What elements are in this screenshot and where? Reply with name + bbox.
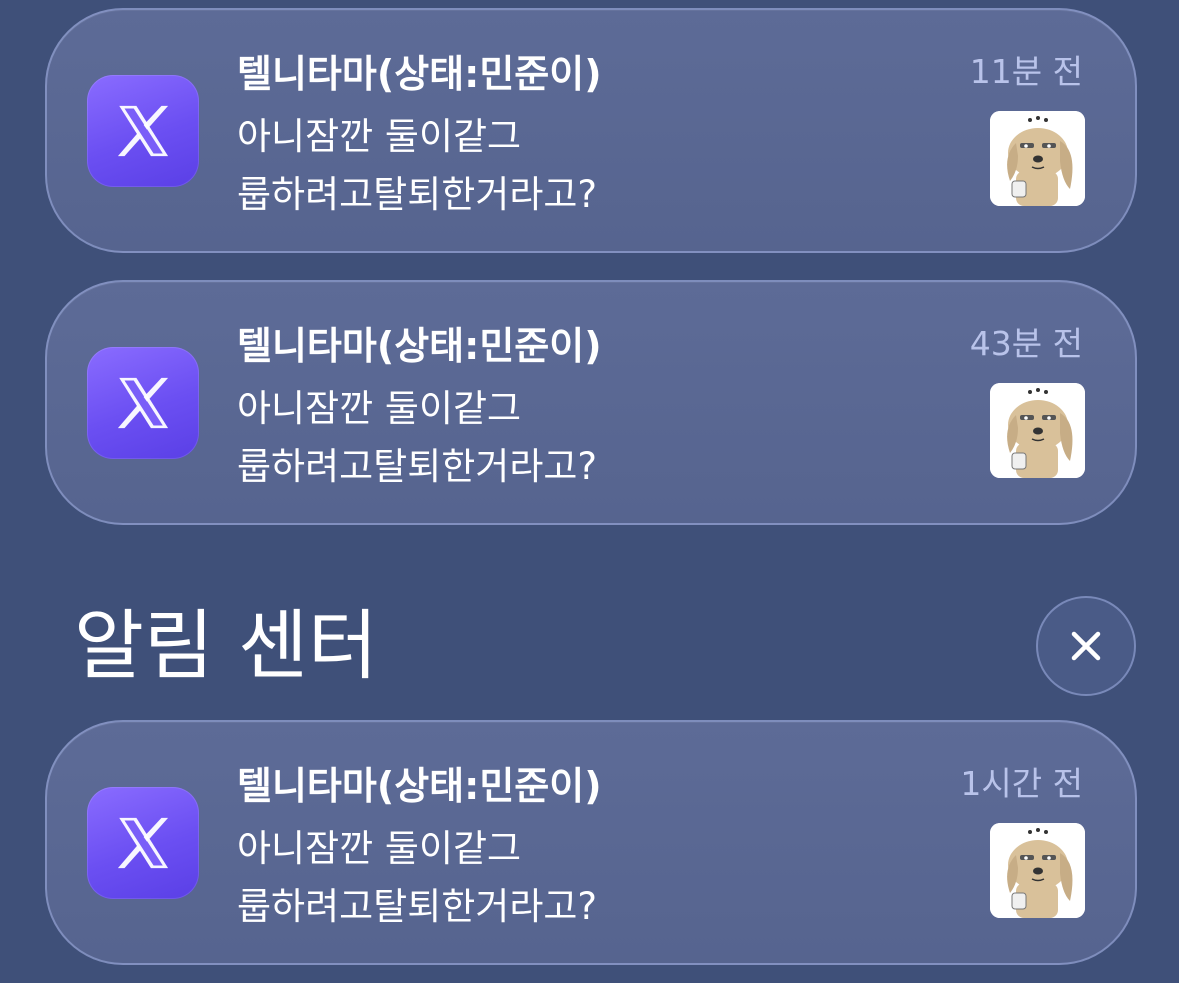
notification-body: 아니잠깐 둘이같그 룹하려고탈퇴한거라고? [237, 108, 597, 224]
notification-title: 텔니타마(상태:민준이) [237, 52, 602, 96]
clear-notifications-button[interactable] [1036, 596, 1136, 696]
x-app-icon [87, 787, 199, 899]
dog-sticker-thumbnail [990, 111, 1085, 206]
notification-card[interactable]: 텔니타마(상태:민준이) 아니잠깐 둘이같그 룹하려고탈퇴한거라고? 43분 전 [45, 280, 1137, 525]
notification-card[interactable]: 텔니타마(상태:민준이) 아니잠깐 둘이같그 룹하려고탈퇴한거라고? 11분 전 [45, 8, 1137, 253]
dog-sticker-thumbnail [990, 823, 1085, 918]
close-icon [1071, 631, 1101, 661]
x-logo-icon [117, 817, 169, 869]
notification-title: 텔니타마(상태:민준이) [237, 324, 602, 368]
notification-title: 텔니타마(상태:민준이) [237, 764, 602, 808]
notification-body-line: 아니잠깐 둘이같그 [237, 387, 522, 430]
x-logo-icon [117, 105, 169, 157]
dog-sticker-icon [990, 111, 1085, 206]
notification-body-line: 아니잠깐 둘이같그 [237, 115, 522, 158]
notification-body: 아니잠깐 둘이같그 룹하려고탈퇴한거라고? [237, 820, 597, 936]
dog-sticker-icon [990, 383, 1085, 478]
notification-time: 1시간 전 [960, 764, 1083, 803]
x-app-icon [87, 347, 199, 459]
dog-sticker-icon [990, 823, 1085, 918]
x-logo-icon [117, 377, 169, 429]
notification-body-line: 아니잠깐 둘이같그 [237, 827, 522, 870]
notification-time: 11분 전 [969, 52, 1083, 91]
dog-sticker-thumbnail [990, 383, 1085, 478]
notification-card[interactable]: 텔니타마(상태:민준이) 아니잠깐 둘이같그 룹하려고탈퇴한거라고? 1시간 전 [45, 720, 1137, 965]
notification-body-line: 룹하려고탈퇴한거라고? [237, 885, 598, 928]
x-app-icon [87, 75, 199, 187]
notification-time: 43분 전 [969, 324, 1083, 363]
notification-body-line: 룹하려고탈퇴한거라고? [237, 445, 598, 488]
notification-body: 아니잠깐 둘이같그 룹하려고탈퇴한거라고? [237, 380, 597, 496]
notification-center-title: 알림 센터 [74, 601, 378, 690]
notification-body-line: 룹하려고탈퇴한거라고? [237, 173, 598, 216]
